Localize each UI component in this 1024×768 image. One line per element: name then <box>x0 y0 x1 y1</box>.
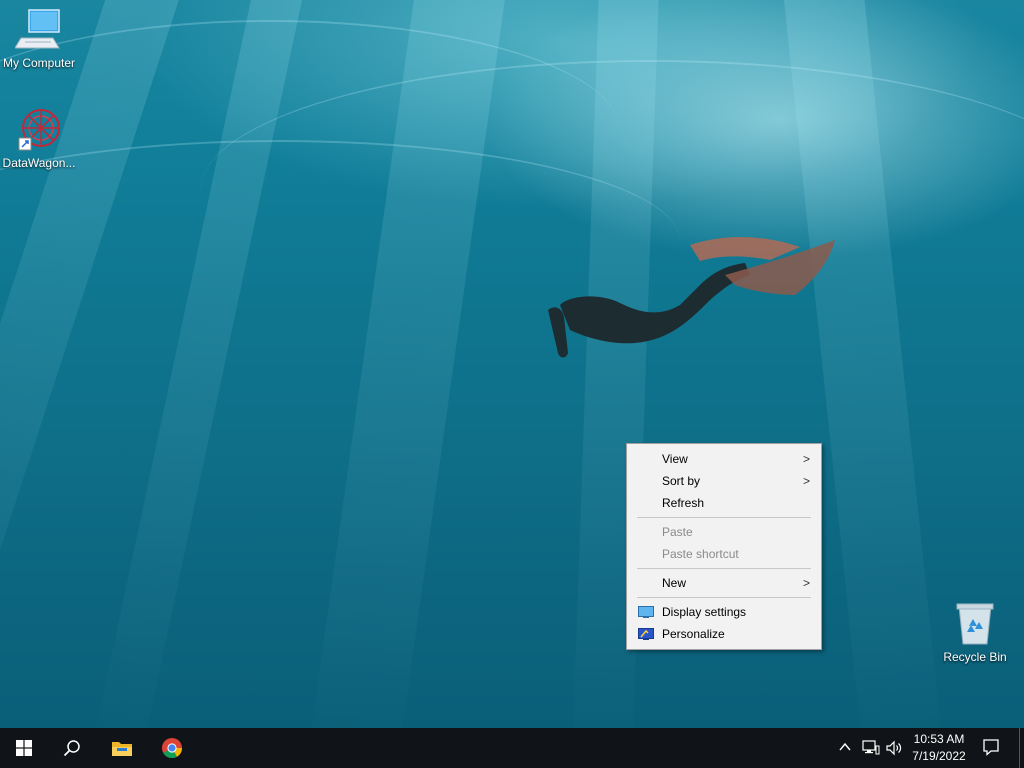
desktop-icon-datawagon[interactable]: DataWagon... <box>0 108 78 170</box>
menu-item-label: New <box>662 576 687 590</box>
search-icon <box>63 740 80 757</box>
desktop-icon-my-computer[interactable]: My Computer <box>0 8 78 70</box>
notification-icon <box>983 739 999 756</box>
show-desktop-button[interactable] <box>1019 728 1024 768</box>
file-explorer-button[interactable] <box>98 728 146 768</box>
personalize-icon <box>638 628 654 640</box>
computer-icon <box>14 8 63 52</box>
menu-item-new[interactable]: New > <box>628 572 820 594</box>
desktop-icon-label: Recycle Bin <box>943 650 1007 664</box>
menu-item-label: Personalize <box>662 627 725 641</box>
menu-item-label: Refresh <box>662 496 705 510</box>
menu-item-refresh[interactable]: Refresh <box>628 492 820 514</box>
menu-item-paste-shortcut: Paste shortcut <box>628 543 820 565</box>
chrome-icon <box>162 738 183 759</box>
file-explorer-icon <box>112 742 132 756</box>
display-settings-icon <box>638 606 654 618</box>
menu-item-label: Paste shortcut <box>662 547 739 561</box>
menu-item-view[interactable]: View > <box>628 448 820 470</box>
show-hidden-icons-button[interactable] <box>838 740 852 759</box>
desktop-icon-label: My Computer <box>2 56 76 70</box>
menu-item-personalize[interactable]: Personalize <box>628 623 820 645</box>
network-button[interactable] <box>862 740 880 761</box>
menu-item-label: View <box>662 452 688 466</box>
volume-button[interactable] <box>886 740 904 761</box>
menu-separator <box>637 517 811 518</box>
taskbar: 10:53 AM 7/19/2022 <box>0 728 1024 768</box>
menu-item-sort-by[interactable]: Sort by > <box>628 470 820 492</box>
chrome-button[interactable] <box>148 728 196 768</box>
desktop-icon-recycle-bin[interactable]: Recycle Bin <box>936 602 1014 664</box>
menu-separator <box>637 568 811 569</box>
windows-start-icon <box>16 740 32 756</box>
volume-icon <box>886 740 902 756</box>
menu-item-label: Sort by <box>662 474 701 488</box>
chevron-right-icon: > <box>802 452 810 466</box>
network-icon <box>862 740 880 755</box>
menu-item-display-settings[interactable]: Display settings <box>628 601 820 623</box>
chevron-right-icon: > <box>802 474 810 488</box>
datawagon-app-icon <box>15 108 63 152</box>
menu-item-label: Display settings <box>662 605 747 619</box>
action-center-button[interactable] <box>982 738 1000 761</box>
menu-item-label: Paste <box>662 525 693 539</box>
chevron-up-icon <box>839 742 851 751</box>
menu-separator <box>637 597 811 598</box>
recycle-bin-icon <box>951 602 999 646</box>
menu-item-paste: Paste <box>628 521 820 543</box>
search-button[interactable] <box>48 728 96 768</box>
desktop-context-menu: View > Sort by > Refresh Paste Paste sho… <box>626 443 822 650</box>
start-button[interactable] <box>0 728 48 768</box>
clock-date[interactable]: 7/19/2022 <box>908 749 970 763</box>
desktop-background[interactable]: My Computer DataWagon... Recycle Bin Vie… <box>0 0 1024 728</box>
clock-time[interactable]: 10:53 AM <box>908 732 970 746</box>
chevron-right-icon: > <box>802 576 810 590</box>
desktop-icon-label: DataWagon... <box>2 156 76 170</box>
diver-figure <box>548 236 835 358</box>
